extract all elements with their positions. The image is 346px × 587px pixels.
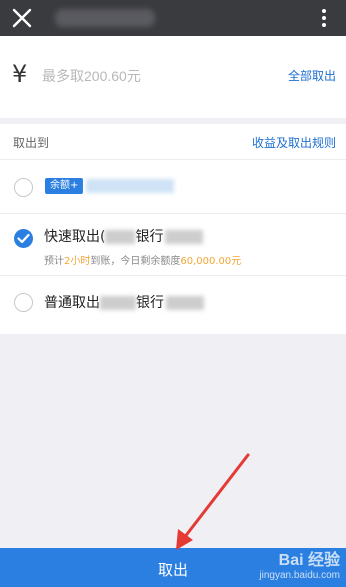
eta-text: 到账，今日剩余额度 (90, 256, 181, 267)
redacted-card-number (166, 296, 204, 310)
fast-bank-label: 银行 (135, 229, 164, 245)
option-fast-withdraw[interactable]: 快速取出( 银行 预计2小时到账，今日剩余额度60,000.00元 (0, 214, 346, 276)
destination-section: 取出到 收益及取出规则 余额+ 快速取出( 银行 预计2小时到账，今日剩余额度60… (0, 124, 346, 334)
remaining-quota: 60,000.00元 (180, 256, 242, 267)
eta-prefix: 预计 (44, 256, 64, 267)
redacted-bank-name (100, 296, 136, 310)
redacted-card-number (165, 230, 204, 244)
option-normal-withdraw[interactable]: 普通取出 银行 (0, 276, 346, 326)
top-bar (0, 0, 346, 36)
amount-panel: ¥ 全部取出 (0, 36, 346, 118)
radio-unchecked-icon[interactable] (14, 293, 33, 312)
eta-time: 2小时 (64, 256, 91, 267)
balance-badge: 余额+ (45, 178, 84, 194)
option-balance[interactable]: 余额+ (0, 164, 346, 214)
destination-label: 取出到 (13, 136, 50, 150)
radio-checked-icon[interactable] (14, 229, 33, 248)
amount-input[interactable] (42, 66, 192, 86)
radio-unchecked-icon[interactable] (14, 178, 33, 197)
redacted-bank-name (105, 230, 136, 244)
fast-withdraw-title: 快速取出( 银行 (44, 226, 204, 246)
fast-withdraw-label: 快速取出( (44, 229, 106, 245)
redacted-account-name (86, 179, 174, 193)
rules-link[interactable]: 收益及取出规则 (252, 134, 336, 151)
withdraw-all-link[interactable]: 全部取出 (288, 67, 336, 84)
watermark-logo: Bai 经验 (278, 552, 340, 569)
currency-symbol: ¥ (12, 60, 28, 88)
fast-withdraw-eta: 预计2小时到账，今日剩余额度60,000.00元 (44, 252, 241, 267)
watermark: Bai 经验 jingyan.baidu.com (259, 546, 340, 581)
normal-withdraw-title: 普通取出 银行 (44, 292, 204, 312)
destination-header: 取出到 收益及取出规则 (0, 124, 346, 160)
more-vertical-icon[interactable] (312, 6, 336, 30)
normal-withdraw-label: 普通取出 (44, 295, 100, 311)
page-title-redacted (55, 9, 155, 27)
normal-bank-label: 银行 (136, 295, 164, 311)
close-icon[interactable] (10, 6, 34, 30)
watermark-site: jingyan.baidu.com (259, 570, 340, 581)
